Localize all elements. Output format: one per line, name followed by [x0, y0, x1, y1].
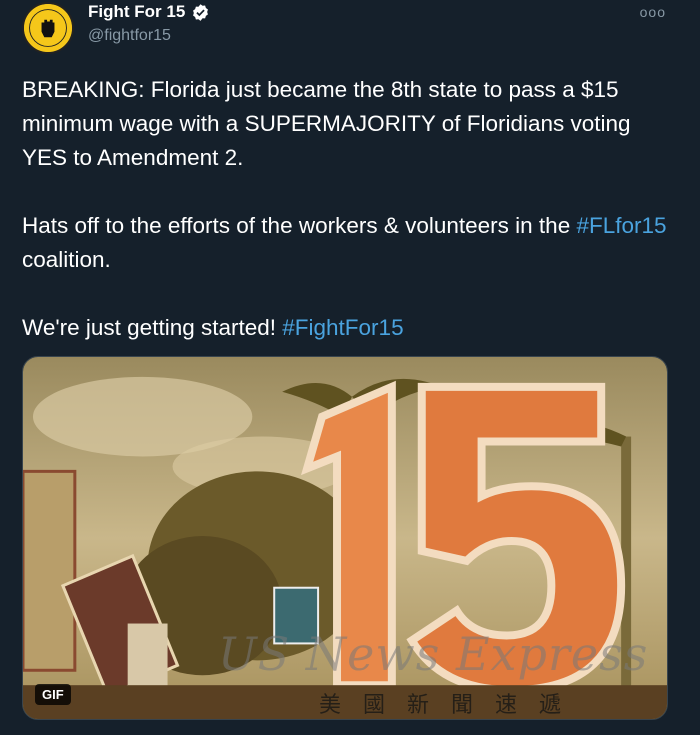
- gif-media[interactable]: US News Express 美國新聞速遞 GIF: [22, 356, 668, 720]
- hashtag-link[interactable]: #FLfor15: [576, 213, 666, 238]
- gif-badge: GIF: [35, 684, 71, 705]
- tweet-text: BREAKING: Florida just became the 8th st…: [22, 73, 672, 345]
- watermark-subtitle: 美國新聞速遞: [319, 693, 584, 718]
- verified-badge-icon: [193, 3, 209, 21]
- text-span: coalition.: [22, 247, 111, 272]
- tweet-paragraph: BREAKING: Florida just became the 8th st…: [22, 77, 631, 170]
- hashtag-link[interactable]: #FightFor15: [282, 315, 403, 340]
- text-span: Hats off to the efforts of the workers &…: [22, 213, 577, 238]
- display-name[interactable]: Fight For 15: [88, 2, 185, 22]
- more-options-icon[interactable]: ooo: [640, 4, 666, 20]
- tweet-paragraph: Hats off to the efforts of the workers &…: [22, 209, 672, 277]
- handle[interactable]: @fightfor15: [88, 27, 171, 45]
- tweet-paragraph: We're just getting started! #FightFor15: [22, 311, 672, 345]
- watermark: US News Express: [218, 627, 649, 681]
- avatar[interactable]: [22, 2, 74, 54]
- text-span: We're just getting started!: [22, 315, 283, 340]
